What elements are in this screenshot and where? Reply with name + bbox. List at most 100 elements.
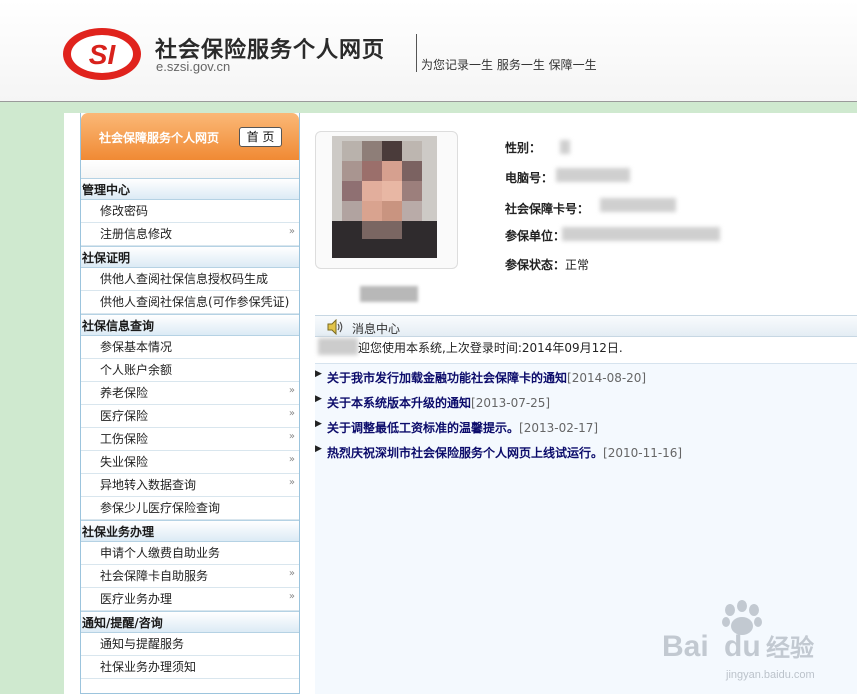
sidebar-title: 社会保障服务个人网页 <box>99 131 220 145</box>
sidebar-item-shared-info[interactable]: 供他人查阅社保信息(可作参保凭证) <box>81 291 299 314</box>
sidebar-item-label: 供他人查阅社保信息授权码生成 <box>100 272 269 286</box>
arrow-right-icon: ▶ <box>315 419 322 429</box>
chevron-right-icon: » <box>288 431 295 442</box>
sidebar-item-label: 医疗业务办理 <box>100 592 173 606</box>
sidebar-item-edit-registration[interactable]: 注册信息修改 » <box>81 223 299 246</box>
message-center-bar: 消息中心 <box>315 315 857 337</box>
sidebar-item-label: 通知与提醒服务 <box>100 637 185 651</box>
news-date: [2010-11-16] <box>603 446 683 460</box>
sidebar-item-pension[interactable]: 养老保险 » <box>81 382 299 405</box>
sidebar-item-label: 申请个人缴费自助业务 <box>100 546 221 560</box>
chevron-right-icon: » <box>288 568 295 579</box>
chevron-right-icon: » <box>288 408 295 419</box>
sidebar-item-unemployment[interactable]: 失业保险 » <box>81 451 299 474</box>
arrow-right-icon: ▶ <box>315 394 322 404</box>
status-row: 参保状态：正常 <box>505 256 589 273</box>
news-item[interactable]: ▶ 关于我市发行加载金融功能社会保障卡的通知[2014-08-20] <box>315 369 647 386</box>
status-value: 正常 <box>565 258 590 272</box>
section-business: 社保业务办理 <box>81 520 299 542</box>
sidebar-item-medical[interactable]: 医疗保险 » <box>81 405 299 428</box>
news-title[interactable]: 关于调整最低工资标准的温馨提示。 <box>327 421 519 435</box>
speaker-icon <box>327 319 343 335</box>
card-no-redacted <box>600 198 676 212</box>
chevron-right-icon: » <box>288 385 295 396</box>
news-title[interactable]: 关于本系统版本升级的通知 <box>327 396 471 410</box>
chevron-right-icon: » <box>288 454 295 465</box>
sidebar-item-label: 注册信息修改 <box>100 227 173 241</box>
watermark-brand: Bai <box>662 630 709 663</box>
name-redacted <box>360 286 418 302</box>
section-notify: 通知/提醒/咨询 <box>81 611 299 633</box>
card-no-label: 社会保障卡号： <box>505 202 590 216</box>
card-no-row: 社会保障卡号： <box>505 200 589 217</box>
status-label: 参保状态： <box>505 258 566 272</box>
sidebar-item-label: 供他人查阅社保信息(可作参保凭证) <box>100 295 290 309</box>
gender-label: 性别： <box>505 141 542 155</box>
sidebar-item-child-medical[interactable]: 参保少儿医疗保险查询 <box>81 497 299 520</box>
welcome-redacted <box>318 338 358 355</box>
logo-text: SI <box>89 39 117 70</box>
sidebar-item-label: 失业保险 <box>100 455 149 469</box>
arrow-right-icon: ▶ <box>315 444 322 454</box>
sidebar-item-label: 参保基本情况 <box>100 340 173 354</box>
employer-row: 参保单位： <box>505 227 565 244</box>
sidebar-item-label: 医疗保险 <box>100 409 149 423</box>
message-center-title: 消息中心 <box>352 322 401 336</box>
sidebar-item-medical-business[interactable]: 医疗业务办理 » <box>81 588 299 611</box>
employer-label: 参保单位： <box>505 229 566 243</box>
sidebar-item-change-password[interactable]: 修改密码 <box>81 200 299 223</box>
sidebar: 社会保障服务个人网页 首 页 管理中心 修改密码 注册信息修改 » 社保证明 供他… <box>80 113 300 694</box>
sidebar-item-label: 工伤保险 <box>100 432 149 446</box>
news-item[interactable]: ▶ 关于本系统版本升级的通知[2013-07-25] <box>315 394 551 411</box>
home-button[interactable]: 首 页 <box>239 127 282 147</box>
header-slogan: 为您记录一生 服务一生 保障一生 <box>421 58 597 72</box>
sidebar-item-auth-code[interactable]: 供他人查阅社保信息授权码生成 <box>81 268 299 291</box>
news-date: [2014-08-20] <box>567 371 647 385</box>
sidebar-item-label: 社会保障卡自助服务 <box>100 569 209 583</box>
news-date: [2013-07-25] <box>471 396 551 410</box>
sidebar-item-label: 社保业务办理须知 <box>100 660 197 674</box>
header-divider <box>416 34 417 72</box>
news-date: [2013-02-17] <box>519 421 599 435</box>
baidu-jingyan-watermark: Bai du 经验 jingyan.baidu.com <box>662 600 815 681</box>
user-photo-pixelated <box>332 136 437 258</box>
news-title[interactable]: 热烈庆祝深圳市社会保险服务个人网页上线试运行。 <box>327 446 603 460</box>
section-management: 管理中心 <box>81 178 299 200</box>
chevron-right-icon: » <box>288 591 295 602</box>
sidebar-item-notify-service[interactable]: 通知与提醒服务 <box>81 633 299 656</box>
gender-row: 性别： <box>505 139 541 156</box>
svg-text:du: du <box>724 630 761 663</box>
computer-no-row: 电脑号： <box>505 169 553 186</box>
sidebar-item-business-guide[interactable]: 社保业务办理须知 <box>81 656 299 679</box>
sidebar-item-label: 个人账户余额 <box>100 363 173 377</box>
computer-no-label: 电脑号： <box>505 171 554 185</box>
news-item[interactable]: ▶ 关于调整最低工资标准的温馨提示。[2013-02-17] <box>315 419 599 436</box>
chevron-right-icon: » <box>288 226 295 237</box>
sidebar-item-account-balance[interactable]: 个人账户余额 <box>81 359 299 382</box>
chevron-right-icon: » <box>288 477 295 488</box>
sidebar-item-label: 参保少儿医疗保险查询 <box>100 501 221 515</box>
sidebar-header: 社会保障服务个人网页 首 页 <box>81 113 299 160</box>
sidebar-item-label: 养老保险 <box>100 386 149 400</box>
page-header: SI 社会保险服务个人网页 e.szsi.gov.cn 为您记录一生 服务一生 … <box>0 0 857 102</box>
arrow-right-icon: ▶ <box>315 369 322 379</box>
sidebar-spacer <box>81 160 299 178</box>
sidebar-item-injury[interactable]: 工伤保险 » <box>81 428 299 451</box>
sidebar-item-label: 修改密码 <box>100 204 149 218</box>
welcome-text: 迎您使用本系统,上次登录时间:2014年09月12日. <box>358 341 623 355</box>
section-info-query: 社保信息查询 <box>81 314 299 336</box>
news-item[interactable]: ▶ 热烈庆祝深圳市社会保险服务个人网页上线试运行。[2010-11-16] <box>315 444 683 461</box>
sidebar-item-transfer-query[interactable]: 异地转入数据查询 » <box>81 474 299 497</box>
watermark-url: jingyan.baidu.com <box>725 669 815 681</box>
computer-no-redacted <box>556 168 630 182</box>
watermark-brand2: 经验 <box>766 634 814 662</box>
sidebar-item-card-service[interactable]: 社会保障卡自助服务 » <box>81 565 299 588</box>
sidebar-item-label: 异地转入数据查询 <box>100 478 197 492</box>
sidebar-item-self-payment[interactable]: 申请个人缴费自助业务 <box>81 542 299 565</box>
si-logo-icon: SI <box>63 28 141 80</box>
sidebar-item-basic-info[interactable]: 参保基本情况 <box>81 336 299 359</box>
section-certificate: 社保证明 <box>81 246 299 268</box>
employer-redacted <box>562 227 720 241</box>
gender-redacted <box>560 140 570 154</box>
news-title[interactable]: 关于我市发行加载金融功能社会保障卡的通知 <box>327 371 567 385</box>
